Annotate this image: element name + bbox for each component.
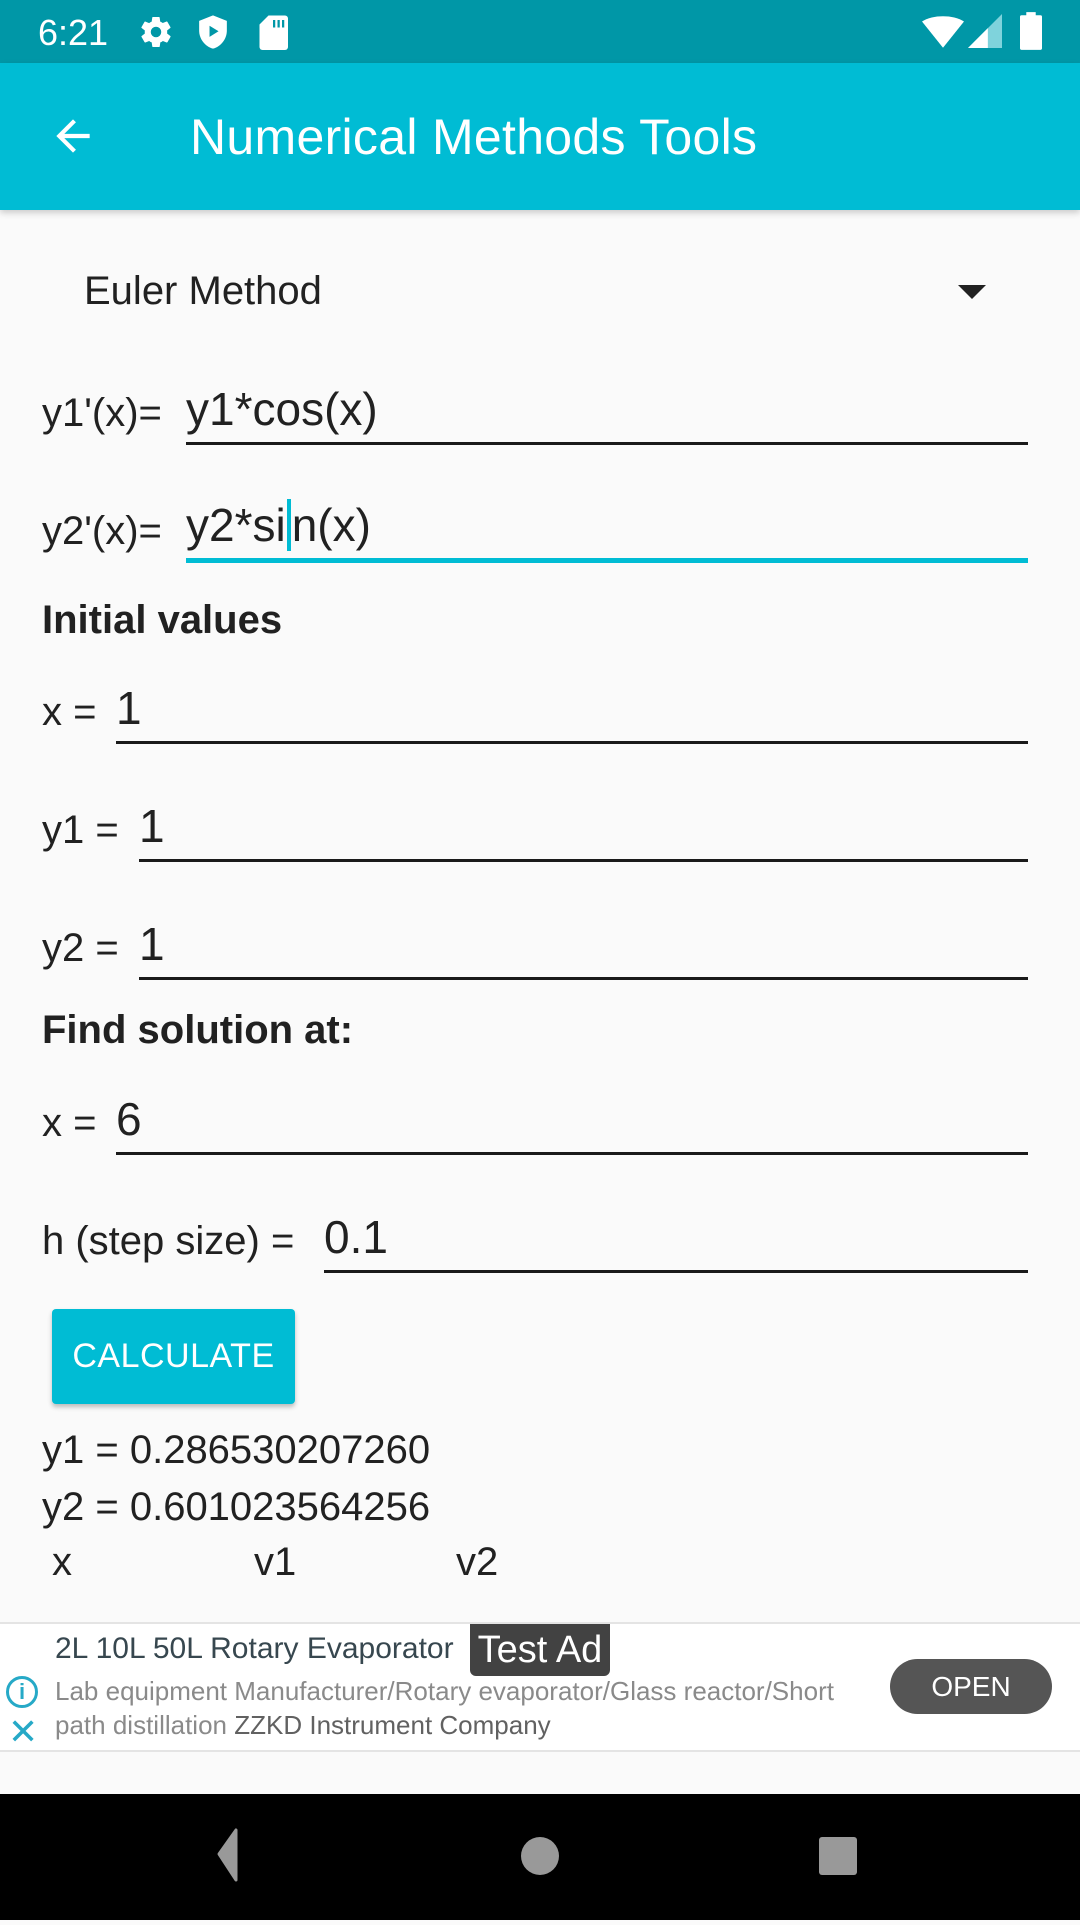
initial-y1-row: y1 = 1 (42, 800, 1028, 862)
step-size-input[interactable]: 0.1 (324, 1211, 1028, 1273)
arrow-back-icon[interactable] (48, 111, 98, 161)
ad-advertiser: ZZKD Instrument Company (234, 1710, 551, 1740)
status-time: 6:21 (38, 12, 109, 53)
shield-play-icon (196, 14, 230, 55)
step-size-value: 0.1 (324, 1211, 388, 1263)
close-icon[interactable]: ✕ (8, 1714, 38, 1750)
initial-y1-input[interactable]: 1 (139, 800, 1028, 862)
y2-equation-row: y2'(x)= y2*si n(x) (42, 498, 1028, 573)
nav-back-icon[interactable] (178, 1794, 298, 1920)
text-cursor (286, 498, 291, 551)
y1-equation-value: y1*cos(x) (186, 383, 378, 435)
result-y1: y1 = 0.286530207260 (42, 1428, 431, 1472)
y1-equation-input[interactable]: y1*cos(x) (186, 383, 1028, 445)
initial-y2-input[interactable]: 1 (139, 918, 1028, 980)
find-solution-heading: Find solution at: (42, 1008, 354, 1052)
y2-equation-text-before-cursor: y2*si (186, 499, 286, 551)
column-header-v2: v2 (456, 1540, 499, 1584)
initial-x-value: 1 (116, 682, 142, 734)
result-y2: y2 = 0.601023564256 (42, 1485, 431, 1529)
ad-open-button[interactable]: OPEN (890, 1659, 1052, 1714)
app-bar: Numerical Methods Tools (0, 63, 1080, 210)
initial-y2-value: 1 (139, 918, 165, 970)
initial-x-row: x = 1 (42, 682, 1028, 744)
column-header-v1: v1 (254, 1540, 297, 1584)
info-icon[interactable]: i (6, 1676, 38, 1708)
target-x-value: 6 (116, 1093, 142, 1145)
column-header-x: x (52, 1540, 72, 1584)
nav-home-icon[interactable] (480, 1794, 600, 1920)
test-ad-badge: Test Ad (470, 1624, 610, 1676)
step-size-label: h (step size) = (42, 1219, 295, 1263)
initial-x-label: x = (42, 690, 97, 734)
step-size-row: h (step size) = 0.1 (42, 1211, 1028, 1273)
calculate-button[interactable]: CALCULATE (52, 1309, 295, 1404)
initial-x-input[interactable]: 1 (116, 682, 1028, 744)
status-bar: 6:21 (0, 0, 1080, 63)
dropdown-arrow-icon (958, 285, 986, 299)
initial-y2-label: y2 = (42, 926, 119, 970)
y2-equation-label: y2'(x)= (42, 509, 162, 553)
initial-values-heading: Initial values (42, 598, 283, 642)
page-title: Numerical Methods Tools (190, 109, 758, 165)
initial-y1-label: y1 = (42, 808, 119, 852)
initial-y1-value: 1 (139, 800, 165, 852)
gear-icon (138, 14, 174, 55)
navigation-bar (0, 1794, 1080, 1920)
target-x-input[interactable]: 6 (116, 1093, 1028, 1155)
y2-equation-text-after-cursor: n(x) (291, 499, 371, 551)
nav-recents-icon[interactable] (778, 1794, 898, 1920)
target-x-label: x = (42, 1101, 97, 1145)
ad-body: Lab equipment Manufacturer/Rotary evapor… (55, 1674, 885, 1742)
wifi-icon (922, 16, 964, 53)
y1-equation-row: y1'(x)= y1*cos(x) (42, 383, 1028, 455)
y2-equation-input[interactable]: y2*si n(x) (186, 498, 1028, 563)
method-dropdown-value: Euler Method (84, 269, 322, 313)
method-dropdown[interactable]: Euler Method (40, 255, 1020, 335)
battery-icon (1020, 12, 1042, 55)
target-x-row: x = 6 (42, 1093, 1028, 1155)
cell-signal-icon (968, 14, 1002, 53)
ad-banner[interactable]: 2L 10L 50L Rotary Evaporator Test Ad i ✕… (0, 1622, 1080, 1752)
initial-y2-row: y2 = 1 (42, 918, 1028, 980)
sd-card-icon (258, 14, 288, 55)
y1-equation-label: y1'(x)= (42, 391, 162, 435)
ad-headline: 2L 10L 50L Rotary Evaporator (55, 1632, 454, 1665)
